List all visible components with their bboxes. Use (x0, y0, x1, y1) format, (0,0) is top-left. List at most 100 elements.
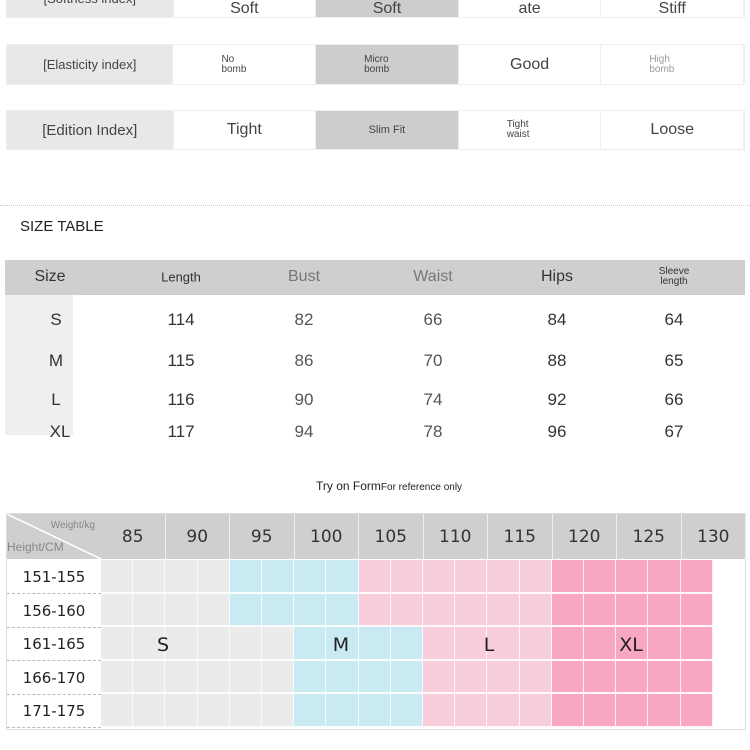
size-cell-s (101, 694, 134, 728)
size-zone-label: S (156, 634, 170, 656)
size-table-cell: 74 (423, 390, 443, 409)
size-cell-s (165, 560, 198, 594)
index-option: ate (459, 0, 602, 17)
index-option: Stiff (601, 0, 744, 17)
size-table-header-cell: Size (34, 268, 66, 285)
size-table-cell: 90 (294, 390, 314, 409)
size-cell-xl (616, 694, 649, 728)
size-cell-m (326, 694, 359, 728)
weight-header: 90 (165, 514, 230, 559)
index-row: [Softness index]SoftSoftateStiff (6, 0, 745, 18)
index-option: Good (459, 45, 602, 84)
size-cell-m (326, 560, 359, 594)
size-cell-s (197, 593, 230, 627)
height-label: Height/CM (7, 540, 64, 554)
size-cell-xl (584, 660, 617, 694)
size-cell-m (358, 660, 391, 694)
size-cell-l (423, 560, 456, 594)
size-cell-s (133, 593, 166, 627)
size-table-cell: 66 (423, 310, 443, 329)
size-cell-l (358, 560, 391, 594)
try-on-title-text: Try on Form (316, 479, 381, 493)
size-table-cell: 67 (664, 422, 684, 441)
size-cell-xl (648, 694, 681, 728)
size-table-cell: 92 (547, 390, 567, 409)
index-option: Tight (174, 111, 317, 149)
size-table-header-cell: Bust (287, 268, 321, 285)
size-table-header-cell: Hips (540, 268, 574, 285)
index-option: Slim Fit (316, 111, 459, 149)
size-cell-xl (680, 593, 713, 627)
size-cell-l (519, 660, 552, 694)
size-table-cell: 66 (664, 390, 684, 409)
size-zone-label: M (332, 634, 350, 656)
size-cell-l (455, 560, 488, 594)
corner-header: Weight/kg Height/CM (7, 514, 101, 559)
size-cell-m (229, 593, 262, 627)
size-table-cell: 94 (294, 422, 314, 441)
size-cell-l (519, 627, 552, 661)
size-cell-l (519, 694, 552, 728)
size-cell-l (390, 593, 423, 627)
size-table-cell: 117 (167, 422, 195, 441)
size-cell-l (358, 593, 391, 627)
size-cell-xl (584, 593, 617, 627)
weight-header: 105 (359, 514, 424, 559)
size-cell-l (423, 660, 456, 694)
index-label: [Elasticity index] (7, 45, 174, 84)
size-cell-s (101, 660, 134, 694)
try-on-grid: Weight/kg Height/CM 85 90 95 100 105 110 115 12… (6, 513, 746, 730)
size-table-cell: 114 (167, 310, 195, 329)
size-cell-s (165, 660, 198, 694)
size-cell-s (262, 627, 295, 661)
index-row: [Elasticity index] No bomb Micro bomb Good H… (6, 44, 745, 85)
weight-header: 95 (230, 514, 295, 559)
index-row: [Edition Index] Tight Slim Fit Tight waist L… (6, 110, 745, 150)
size-cell-m (326, 660, 359, 694)
size-cell-l (487, 593, 520, 627)
size-cell-s (197, 694, 230, 728)
size-table-cell: 115 (167, 351, 195, 370)
size-cell-s (165, 627, 198, 661)
size-cell-l (519, 593, 552, 627)
weight-header: 115 (488, 514, 553, 559)
size-cell-s (133, 660, 166, 694)
size-cell-s (262, 694, 295, 728)
size-cell-l (455, 660, 488, 694)
size-cell-m (390, 694, 423, 728)
size-cell-l (423, 694, 456, 728)
size-table-cell: M (48, 351, 64, 370)
size-cell-xl (551, 660, 584, 694)
size-cell-s (229, 660, 262, 694)
size-table-cell: 96 (547, 422, 567, 441)
weight-header: 130 (681, 514, 746, 559)
try-on-title: Try on FormFor reference only (316, 479, 462, 493)
height-row-label: 151-155 (7, 561, 101, 594)
size-cell-xl (584, 694, 617, 728)
index-label: [Edition Index] (7, 111, 174, 149)
size-zone-label: XL (619, 634, 643, 656)
size-table-title: SIZE TABLE (20, 218, 104, 235)
size-cell-s (229, 694, 262, 728)
size-table-cell: 88 (547, 351, 567, 370)
size-table-cell: S (50, 310, 62, 329)
height-row-label: 171-175 (7, 695, 101, 728)
size-cell-l (487, 560, 520, 594)
size-cell-s (133, 694, 166, 728)
size-cell-l (487, 694, 520, 728)
size-cell-m (262, 560, 295, 594)
size-cell-s (229, 627, 262, 661)
size-cell-xl (648, 660, 681, 694)
size-cell-xl (680, 694, 713, 728)
size-cell-xl (551, 593, 584, 627)
size-table-cell: 116 (167, 390, 195, 409)
size-table-cell: 84 (547, 310, 567, 329)
size-table-cell: 86 (294, 351, 314, 370)
size-cell-l (455, 694, 488, 728)
height-row-label: 156-160 (7, 595, 101, 628)
size-cell-m (358, 627, 391, 661)
size-cell-xl (648, 627, 681, 661)
size-cell-xl (551, 694, 584, 728)
size-cell-l (487, 660, 520, 694)
size-table-cell: 78 (423, 422, 443, 441)
